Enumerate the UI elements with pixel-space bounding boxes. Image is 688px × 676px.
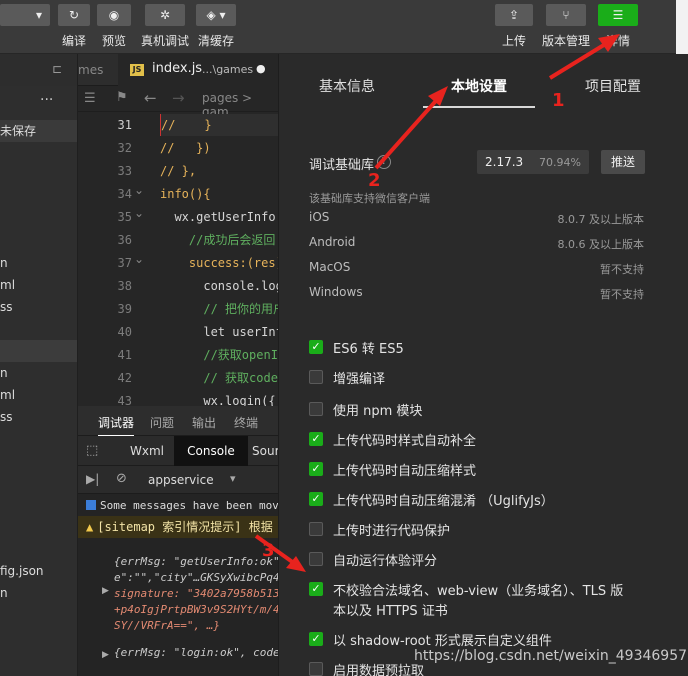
annotation-arrows bbox=[254, 34, 620, 572]
annotation-1: 1 bbox=[552, 90, 565, 111]
watermark: https://blog.csdn.net/weixin_49346957 bbox=[414, 648, 688, 664]
arrow-1 bbox=[548, 38, 614, 80]
arrow-2-head bbox=[428, 86, 448, 106]
annotation-2: 2 bbox=[368, 170, 381, 191]
arrow-2 bbox=[374, 92, 444, 170]
annotation-3: 3 bbox=[262, 540, 275, 561]
arrow-1-head bbox=[598, 34, 620, 52]
devtools-window: ▾ ↻ 编译 ◉ 预览 ✲ 真机调试 ◈ ▾ 清缓存 ⇪ 上传 ⑂ 版本管理 ☰… bbox=[0, 0, 688, 676]
